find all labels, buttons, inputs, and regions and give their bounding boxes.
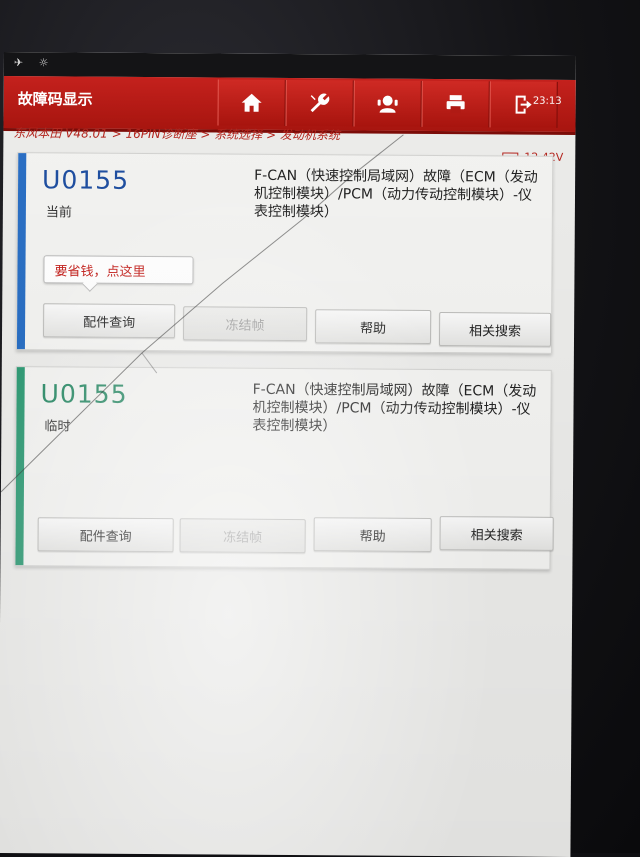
parts-query-button[interactable]: 配件查询 (43, 303, 176, 339)
home-icon (241, 93, 262, 112)
parts-query-button[interactable]: 配件查询 (37, 517, 174, 553)
fault-code: U0155 (42, 165, 130, 195)
fault-description: F-CAN（快速控制局域网）故障（ECM（发动机控制模块）/PCM（动力传动控制… (253, 167, 538, 221)
freeze-frame-button[interactable]: 冻结帧 (182, 306, 308, 342)
help-button[interactable]: 帮助 (314, 309, 432, 344)
card-stripe (16, 153, 27, 350)
freeze-frame-button[interactable]: 冻结帧 (179, 518, 306, 554)
print-icon (446, 95, 465, 114)
tools-button[interactable] (285, 79, 354, 127)
help-button[interactable]: 帮助 (313, 517, 432, 552)
status-clock: 23:13 (532, 95, 562, 107)
fault-description: F-CAN（快速控制局域网）故障（ECM（发动机控制模块）/PCM（动力传动控制… (252, 381, 537, 435)
card-stripe (15, 367, 25, 566)
related-search-button[interactable]: 相关搜索 (438, 312, 552, 347)
support-button[interactable] (353, 80, 422, 127)
fault-card-temporary[interactable]: U0155 临时 F-CAN（快速控制局域网）故障（ECM（发动机控制模块）/P… (14, 366, 554, 570)
support-icon (377, 95, 398, 113)
page-title: 故障码显示 (17, 90, 93, 109)
fault-card-current[interactable]: U0155 当前 F-CAN（快速控制局域网）故障（ECM（发动机控制模块）/P… (15, 152, 554, 354)
related-search-button[interactable]: 相关搜索 (439, 516, 554, 551)
print-button[interactable] (421, 80, 490, 128)
home-button[interactable] (217, 79, 286, 126)
notification-icons: ✈ ☼ (13, 56, 55, 70)
screen: ✈ ☼ 故障码显示 23:13 东风本田 V48.01 > 16PIN诊断座 >… (0, 52, 576, 857)
breadcrumb: 东风本田 V48.01 > 16PIN诊断座 > 系统选择 > 发动机系统 (13, 126, 340, 143)
fault-status: 当前 (45, 205, 72, 221)
save-money-tooltip[interactable]: 要省钱，点这里 (43, 255, 194, 285)
tools-icon (310, 93, 330, 113)
fault-status: 临时 (44, 419, 71, 435)
fault-code: U0155 (40, 379, 128, 409)
